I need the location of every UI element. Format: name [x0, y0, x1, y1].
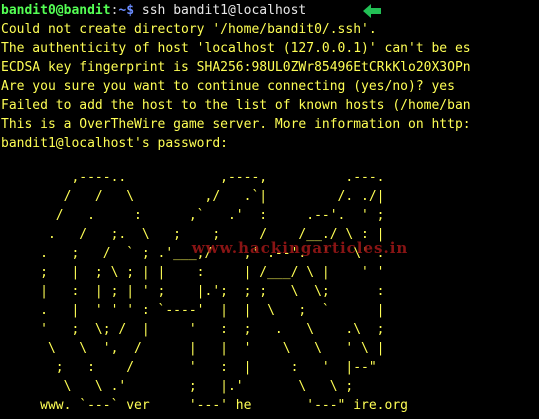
output-line: Could not create directory '/home/bandit…	[1, 22, 377, 37]
terminal-window[interactable]: bandit0@bandit:~$ ssh bandit1@localhost …	[0, 0, 539, 419]
ascii-banner-line: / / \ ,/ .`| /. ./|	[1, 189, 385, 204]
output-line: This is a OverTheWire game server. More …	[1, 117, 471, 132]
ascii-banner-line: / . : ,` .' : .--'. ' ;	[1, 208, 385, 223]
prompt-line: bandit0@bandit:~$ ssh bandit1@localhost	[1, 1, 306, 20]
ascii-banner-line: | : | ; | ' ; |.'; ; ; \ \; :	[1, 284, 385, 299]
output-line: The authenticity of host 'localhost (127…	[1, 41, 471, 56]
ascii-banner-line: ,----.. ,----, .---.	[1, 170, 385, 185]
output-line: Are you sure you want to continue connec…	[1, 79, 455, 94]
prompt-path-symbol: ~$	[118, 3, 135, 18]
ascii-banner-line: ' ; \; / | ' : ; . \ .\ ;	[1, 322, 385, 337]
password-prompt: bandit1@localhost's password:	[1, 136, 228, 151]
output-line: ECDSA key fingerprint is SHA256:98UL0ZWr…	[1, 60, 471, 75]
ascii-banner-line: ; | ; \ ; | | : | /___/ \ | ' '	[1, 265, 385, 280]
ascii-banner-line: \ \ ', / | | ' \ \ ' \ |	[1, 341, 385, 356]
ascii-banner-footer: www. `---` ver '---' he '---" ire.org	[1, 398, 408, 413]
output-line: Failed to add the host to the list of kn…	[1, 98, 471, 113]
ascii-banner-line: . | ' ' ' : `----' | | \ ; ` |	[1, 303, 385, 318]
ascii-banner-line: ; : / ' : | : ' |--"	[1, 360, 377, 375]
prompt-user-host: bandit0@bandit	[1, 3, 111, 18]
ascii-banner-line: \ \ .' ; |.' \ \ ;	[1, 379, 354, 394]
left-arrow-icon	[363, 4, 381, 18]
ascii-banner-line: . ; / ` ; .'___,/ ,' .--'. ' \' .	[1, 246, 385, 261]
command-text: ssh bandit1@localhost	[134, 3, 307, 18]
ascii-banner-line: . / ;. \ ; ; / /__./ \ : |	[1, 227, 385, 242]
